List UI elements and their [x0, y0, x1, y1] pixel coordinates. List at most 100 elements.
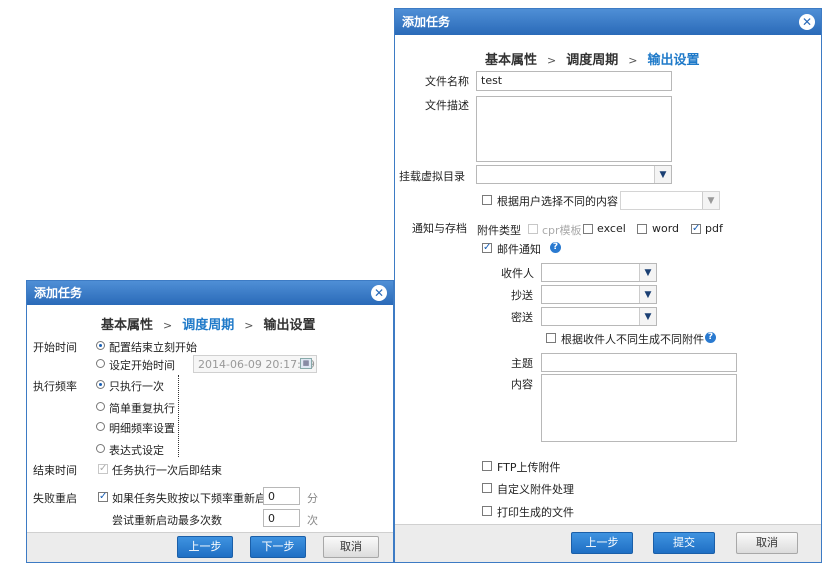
- end-time-label: 结束时间: [33, 464, 77, 477]
- notify-label: 通知与存档: [412, 222, 467, 235]
- file-desc-textarea[interactable]: [476, 96, 672, 162]
- file-name-input[interactable]: test: [476, 71, 672, 91]
- bcc-select[interactable]: ▼: [541, 307, 657, 326]
- frequency-expression-label: 表达式设定: [109, 444, 164, 457]
- chevron-down-icon[interactable]: ▼: [639, 264, 656, 281]
- attach-pdf-checkbox[interactable]: ✓: [691, 224, 701, 234]
- prev-button[interactable]: 上一步: [177, 536, 233, 558]
- file-desc-label: 文件描述: [425, 99, 469, 112]
- attach-cpr-checkbox[interactable]: [528, 224, 538, 234]
- submit-button[interactable]: 提交: [653, 532, 715, 554]
- step-nav: 基本属性 > 调度周期 > 输出设置: [485, 49, 699, 68]
- chevron-down-icon[interactable]: ▼: [654, 166, 671, 183]
- right-dialog-titlebar[interactable]: 添加任务: [395, 9, 821, 35]
- frequency-simple-label: 简单重复执行: [109, 402, 175, 415]
- mount-dir-label: 挂载虚拟目录: [399, 170, 465, 183]
- start-immediately-radio[interactable]: [96, 341, 105, 350]
- step-separator: >: [628, 54, 638, 67]
- frequency-once-label: 只执行一次: [109, 380, 164, 393]
- ftp-label: FTP上传附件: [497, 461, 561, 474]
- chevron-down-icon[interactable]: ▼: [639, 308, 656, 325]
- frequency-once-radio[interactable]: [96, 380, 105, 389]
- start-immediately-label: 配置结束立刻开始: [109, 341, 197, 354]
- attach-pdf-label: pdf: [705, 222, 723, 235]
- step-basic[interactable]: 基本属性: [101, 318, 153, 333]
- retry-max-input[interactable]: 0: [263, 509, 300, 527]
- start-time-label: 开始时间: [33, 341, 77, 354]
- mount-dir-select[interactable]: ▼: [476, 165, 672, 184]
- left-dialog-footer: 上一步 下一步 取消: [27, 532, 393, 562]
- attach-excel-label: excel: [597, 222, 626, 235]
- chevron-down-icon[interactable]: ▼: [639, 286, 656, 303]
- retry-option-label: 如果任务失败按以下频率重新启动: [112, 492, 277, 505]
- retry-max-unit: 次: [307, 514, 318, 527]
- step-separator: >: [547, 54, 557, 67]
- end-after-once-label: 任务执行一次后即结束: [112, 464, 222, 477]
- step-schedule[interactable]: 调度周期: [182, 318, 234, 333]
- step-separator: >: [244, 319, 254, 332]
- step-nav: 基本属性 > 调度周期 > 输出设置: [101, 314, 315, 333]
- content-textarea[interactable]: [541, 374, 737, 442]
- attach-cpr-label: cpr模板: [542, 224, 582, 237]
- close-icon[interactable]: ✕: [371, 285, 387, 301]
- cc-select[interactable]: ▼: [541, 285, 657, 304]
- attach-word-label: word: [652, 222, 680, 235]
- start-datetime-field[interactable]: 2014-06-09 20:17:39: [193, 355, 317, 373]
- cancel-button[interactable]: 取消: [323, 536, 379, 558]
- chevron-down-icon[interactable]: ▼: [702, 192, 719, 209]
- recipient-label: 收件人: [501, 267, 534, 280]
- close-icon[interactable]: ✕: [799, 14, 815, 30]
- step-basic[interactable]: 基本属性: [485, 53, 537, 68]
- dialog-title: 添加任务: [402, 15, 451, 29]
- custom-attach-label: 自定义附件处理: [497, 483, 574, 496]
- frequency-detail-radio[interactable]: [96, 422, 105, 431]
- left-dialog-titlebar[interactable]: 添加任务: [27, 281, 393, 305]
- right-dialog-footer: 上一步 提交 取消: [395, 524, 821, 562]
- mail-notify-checkbox[interactable]: ✓: [482, 243, 492, 253]
- step-output[interactable]: 输出设置: [647, 53, 699, 68]
- prev-button[interactable]: 上一步: [571, 532, 633, 554]
- user-diff-label: 根据用户选择不同的内容: [497, 195, 618, 208]
- attach-type-label: 附件类型: [477, 224, 521, 237]
- retry-label: 失败重启: [33, 492, 77, 505]
- ftp-checkbox[interactable]: [482, 461, 492, 471]
- help-icon[interactable]: ?: [550, 242, 561, 253]
- retry-max-label: 尝试重新启动最多次数: [112, 514, 222, 527]
- recipient-select[interactable]: ▼: [541, 263, 657, 282]
- bcc-label: 密送: [511, 311, 533, 324]
- frequency-detail-label: 明细频率设置: [109, 422, 175, 435]
- print-checkbox[interactable]: [482, 506, 492, 516]
- user-diff-select[interactable]: ▼: [620, 191, 720, 210]
- help-icon[interactable]: ?: [705, 332, 716, 343]
- end-after-once-checkbox[interactable]: ✓: [98, 464, 108, 474]
- right-dialog: 添加任务 ✕ 基本属性 > 调度周期 > 输出设置 文件名称 test 文件描述 挂载虚…: [394, 8, 822, 563]
- attach-excel-checkbox[interactable]: [583, 224, 593, 234]
- diff-attach-checkbox[interactable]: [546, 333, 556, 343]
- subject-input[interactable]: [541, 353, 737, 372]
- step-schedule[interactable]: 调度周期: [566, 53, 618, 68]
- step-separator: >: [163, 319, 173, 332]
- subject-label: 主题: [511, 357, 533, 370]
- print-label: 打印生成的文件: [497, 506, 574, 519]
- next-button[interactable]: 下一步: [250, 536, 306, 558]
- retry-interval-input[interactable]: 0: [263, 487, 300, 505]
- calendar-icon[interactable]: ▦: [300, 358, 312, 369]
- left-dialog: 添加任务 ✕ 基本属性 > 调度周期 > 输出设置 开始时间 配置结束立刻开始 设定开始…: [26, 280, 394, 563]
- retry-interval-unit: 分: [307, 492, 318, 505]
- user-diff-checkbox[interactable]: [482, 195, 492, 205]
- file-name-label: 文件名称: [425, 75, 469, 88]
- diff-attach-label: 根据收件人不同生成不同附件: [561, 333, 704, 346]
- frequency-simple-radio[interactable]: [96, 402, 105, 411]
- cc-label: 抄送: [511, 289, 533, 302]
- frequency-divider: [178, 375, 179, 457]
- attach-word-checkbox[interactable]: [637, 224, 647, 234]
- frequency-expression-radio[interactable]: [96, 444, 105, 453]
- step-output[interactable]: 输出设置: [263, 318, 315, 333]
- set-start-time-radio[interactable]: [96, 359, 105, 368]
- set-start-time-label: 设定开始时间: [109, 359, 175, 372]
- retry-checkbox[interactable]: ✓: [98, 492, 108, 502]
- cancel-button[interactable]: 取消: [736, 532, 798, 554]
- content-label: 内容: [511, 378, 533, 391]
- custom-attach-checkbox[interactable]: [482, 483, 492, 493]
- frequency-label: 执行频率: [33, 380, 77, 393]
